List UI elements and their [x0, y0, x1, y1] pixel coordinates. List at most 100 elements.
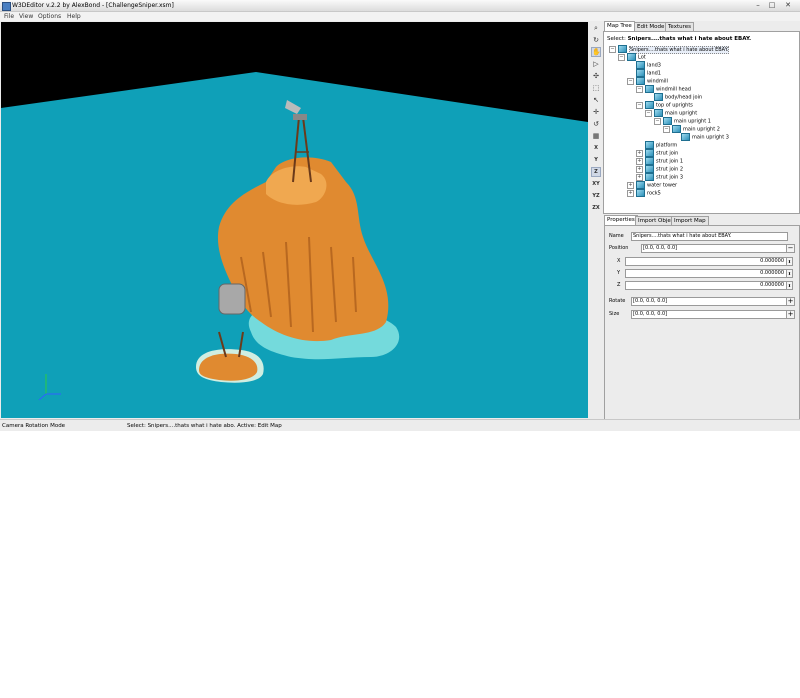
tree-node[interactable]: + strut join [636, 149, 678, 157]
mesh-icon [654, 93, 663, 101]
tree-node[interactable]: − windmill head [636, 85, 691, 93]
axis-yz-button[interactable]: YZ [591, 191, 601, 201]
tree-box: Select: Snipers....thats what i hate abo… [603, 31, 800, 214]
rotate-object-icon[interactable]: ✛ [591, 107, 601, 117]
zoom-icon[interactable]: ⌕ [591, 23, 601, 33]
menu-file[interactable]: File [4, 13, 14, 20]
tree-node-label: strut join 2 [656, 166, 684, 173]
z-row: Z 0.000000 ⬍ [607, 281, 796, 290]
z-field[interactable]: 0.000000 [625, 281, 787, 290]
mesh-icon [645, 157, 654, 165]
editor-window: W3DEditor v.2.2 by AlexBond - [Challenge… [0, 0, 800, 431]
tree-node[interactable]: land1 [636, 69, 661, 77]
tree-node[interactable]: − Lot [618, 53, 646, 61]
menu-view[interactable]: View [19, 13, 33, 20]
translate-icon[interactable]: ↖ [591, 95, 601, 105]
expand-icon[interactable]: − [618, 53, 625, 61]
position-field[interactable]: [0.0, 0.0, 0.0] [641, 244, 787, 253]
tree-node[interactable]: − main upright 1 [654, 117, 711, 125]
x-spin-icon[interactable]: ⬍ [786, 257, 793, 266]
expand-icon[interactable]: − [609, 45, 616, 53]
expand-icon[interactable]: + [627, 189, 634, 197]
size-field[interactable]: [0.0, 0.0, 0.0] [631, 310, 787, 319]
z-label: Z [617, 282, 621, 288]
tab-map-tree[interactable]: Map Tree [604, 21, 635, 31]
expand-rotate-button[interactable]: + [786, 297, 795, 306]
camera-icon[interactable]: ✋ [591, 47, 601, 57]
tree-node-label: land3 [647, 62, 661, 69]
tool-strip: ⌕ ↻ ✋ ▷ ✣ ⬚ ↖ ✛ ↺ ▦ X Y Z XY YZ ZX [590, 22, 602, 416]
rotate-row: Rotate [0.0, 0.0, 0.0] + [607, 297, 796, 306]
tree-node[interactable]: + strut join 1 [636, 157, 683, 165]
select-icon[interactable]: ✣ [591, 71, 601, 81]
status-mode: Camera Rotation Mode [2, 423, 66, 429]
expand-icon[interactable]: + [627, 181, 634, 189]
mesh-icon [636, 189, 645, 197]
expand-icon[interactable]: − [636, 101, 643, 109]
size-label: Size [609, 311, 620, 317]
position-label: Position [609, 245, 629, 251]
menu-help[interactable]: Help [67, 13, 81, 20]
axis-zx-button[interactable]: ZX [591, 203, 601, 213]
expand-icon[interactable]: + [636, 157, 643, 165]
tree-node[interactable]: + strut join 2 [636, 165, 683, 173]
tree-node[interactable]: − Snipers....thats what i hate about EBAY… [609, 45, 730, 54]
close-icon[interactable]: ✕ [782, 1, 794, 10]
expand-icon[interactable]: − [627, 77, 634, 85]
x-row: X 0.000000 ⬍ [607, 257, 796, 266]
minimize-icon[interactable]: – [752, 1, 764, 10]
tree-node[interactable]: − main upright [645, 109, 697, 117]
tree-node[interactable]: platform [645, 141, 677, 149]
pointer-icon[interactable]: ⬚ [591, 83, 601, 93]
mesh-icon [636, 61, 645, 69]
tree-node[interactable]: + rock5 [627, 189, 661, 197]
rotate-icon[interactable]: ↻ [591, 35, 601, 45]
menu-options[interactable]: Options [38, 13, 61, 20]
maximize-icon[interactable]: □ [766, 1, 778, 10]
tree-node[interactable]: − top of uprights [636, 101, 693, 109]
tree-node[interactable]: main upright 3 [681, 133, 729, 141]
expand-icon[interactable]: − [654, 117, 661, 125]
tree-node-label: platform [656, 142, 678, 149]
collapse-position-button[interactable]: − [786, 244, 795, 253]
move-icon[interactable]: ▷ [591, 59, 601, 69]
tree-node[interactable]: + water tower [627, 181, 677, 189]
name-field[interactable]: Snipers....thats what i hate about EBAY. [631, 232, 788, 241]
z-spin-icon[interactable]: ⬍ [786, 281, 793, 290]
mesh-icon [636, 77, 645, 85]
tree-node[interactable]: land3 [636, 61, 661, 69]
expand-icon[interactable]: + [636, 149, 643, 157]
scale-icon[interactable]: ↺ [591, 119, 601, 129]
expand-icon[interactable]: − [636, 85, 643, 93]
y-spin-icon[interactable]: ⬍ [786, 269, 793, 278]
small-rock [199, 353, 258, 381]
expand-icon[interactable]: + [636, 173, 643, 181]
tree-node[interactable]: + strut join 3 [636, 173, 683, 181]
axis-xy-button[interactable]: XY [591, 179, 601, 189]
tab-properties[interactable]: Properties [604, 215, 638, 225]
axis-z-button[interactable]: Z [591, 167, 601, 177]
expand-icon[interactable]: + [636, 165, 643, 173]
3d-viewport[interactable] [1, 22, 588, 418]
tree-node[interactable]: body/head join [654, 93, 702, 101]
title-bar: W3DEditor v.2.2 by AlexBond - [Challenge… [0, 0, 800, 12]
rotate-label: Rotate [609, 298, 626, 304]
tree-node-label: strut join [656, 150, 679, 157]
rotate-field[interactable]: [0.0, 0.0, 0.0] [631, 297, 787, 306]
mesh-icon [663, 117, 672, 125]
tree-node-label: windmill head [656, 86, 691, 93]
tab-import-map[interactable]: Import Map [671, 216, 709, 225]
x-field[interactable]: 0.000000 [625, 257, 787, 266]
axis-y-button[interactable]: Y [591, 155, 601, 165]
grid-icon[interactable]: ▦ [591, 131, 601, 141]
y-field[interactable]: 0.000000 [625, 269, 787, 278]
expand-icon[interactable]: − [645, 109, 652, 117]
tree-node[interactable]: − windmill [627, 77, 668, 85]
tree-node-label: main upright 1 [674, 118, 711, 125]
tab-textures[interactable]: Textures [665, 22, 694, 31]
tab-edit-mode[interactable]: Edit Mode [634, 22, 668, 31]
tree-node[interactable]: − main upright 2 [663, 125, 720, 133]
axis-x-button[interactable]: X [591, 143, 601, 153]
expand-size-button[interactable]: + [786, 310, 795, 319]
expand-icon[interactable]: − [663, 125, 670, 133]
